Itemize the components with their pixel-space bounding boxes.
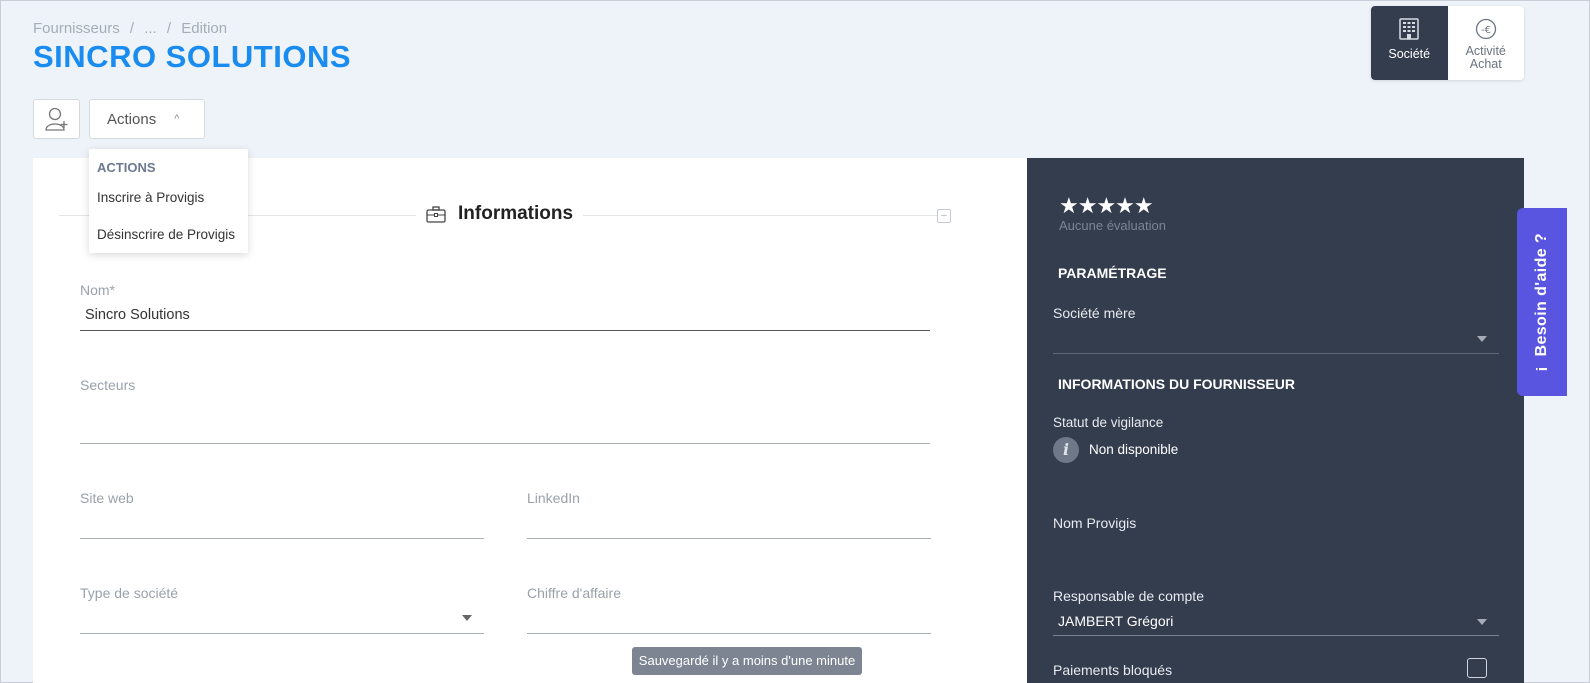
parametrage-heading: PARAMÉTRAGE [1058, 265, 1167, 281]
menu-item-inscrire-provigis[interactable]: Inscrire à Provigis [97, 190, 204, 205]
help-tab-content: i Besoin d'aide ? [1533, 233, 1551, 371]
responsable-select[interactable]: JAMBERT Grégori [1058, 613, 1173, 629]
add-contact-button[interactable] [33, 99, 80, 139]
type-societe-select[interactable] [80, 633, 484, 634]
actions-menu-header: ACTIONS [97, 160, 156, 175]
help-tab-label: Besoin d'aide ? [1533, 232, 1550, 357]
vigilance-label: Statut de vigilance [1053, 415, 1164, 430]
menu-item-desinscrire-provigis[interactable]: Désinscrire de Provigis [97, 227, 235, 242]
secteurs-label: Secteurs [80, 377, 136, 393]
type-societe-label: Type de société [80, 585, 179, 601]
linkedin-label: LinkedIn [527, 490, 580, 506]
responsable-label: Responsable de compte [1053, 588, 1204, 604]
type-societe-dropdown-icon[interactable] [462, 615, 472, 621]
chevron-up-icon: ^ [174, 113, 180, 125]
building-icon [1399, 18, 1419, 40]
paiements-bloques-label: Paiements bloqués [1053, 662, 1173, 678]
help-info-icon: i [1533, 366, 1551, 372]
secteurs-input[interactable] [80, 443, 930, 444]
societe-mere-dropdown-icon[interactable] [1477, 336, 1487, 342]
nom-provigis-label: Nom Provigis [1053, 515, 1137, 531]
site-web-label: Site web [80, 490, 134, 506]
section-header: Informations [416, 203, 584, 225]
paiements-bloques-checkbox[interactable] [1467, 658, 1487, 678]
add-user-icon [44, 107, 67, 131]
fournisseur-heading: INFORMATIONS DU FOURNISSEUR [1058, 376, 1295, 392]
rating-stars[interactable]: ★★★★★ [1059, 193, 1154, 219]
nom-label: Nom* [80, 282, 116, 298]
breadcrumb-separator: / [129, 20, 135, 37]
nom-input[interactable]: Sincro Solutions [85, 307, 190, 323]
save-status-toast: Sauvegardé il y a moins d'une minute [632, 647, 862, 675]
breadcrumb-ellipsis[interactable]: ... [144, 20, 157, 37]
info-icon: i [1053, 437, 1079, 463]
breadcrumb-current: Edition [181, 20, 228, 37]
actions-menu: ACTIONS Inscrire à Provigis Désinscrire … [89, 149, 248, 253]
vigilance-value: Non disponible [1089, 442, 1179, 457]
rating-text: Aucune évaluation [1059, 218, 1166, 233]
breadcrumb-separator: / [166, 20, 172, 37]
chiffre-affaire-input[interactable] [527, 633, 931, 634]
collapse-section-button[interactable]: – [937, 209, 951, 223]
page-title: SINCRO SOLUTIONS [33, 39, 352, 74]
chiffre-affaire-label: Chiffre d'affaire [527, 585, 621, 601]
breadcrumb: Fournisseurs / ... / Edition [33, 20, 233, 37]
view-switcher: Société -€ Activité Achat [1371, 6, 1524, 80]
responsable-dropdown-icon[interactable] [1477, 619, 1487, 625]
tab-activite-label-2: Achat [1469, 57, 1502, 71]
svg-text:-€: -€ [1481, 25, 1491, 36]
euro-circle-icon: -€ [1475, 18, 1496, 40]
nom-underline [80, 330, 930, 331]
help-tab[interactable]: i Besoin d'aide ? [1517, 208, 1567, 396]
section-title: Informations [458, 203, 574, 224]
tab-societe-label: Société [1388, 47, 1431, 61]
societe-mere-select[interactable] [1053, 353, 1499, 354]
societe-mere-label: Société mère [1053, 305, 1136, 321]
breadcrumb-fournisseurs[interactable]: Fournisseurs [33, 20, 120, 37]
tab-activite-achat[interactable]: -€ Activité Achat [1447, 6, 1524, 80]
actions-button-label: Actions [107, 110, 157, 128]
actions-button[interactable]: Actions ^ [89, 99, 205, 139]
responsable-underline [1053, 635, 1499, 636]
briefcase-icon [426, 205, 446, 223]
tab-societe[interactable]: Société [1371, 6, 1448, 80]
linkedin-input[interactable] [527, 538, 931, 539]
site-web-input[interactable] [80, 538, 484, 539]
